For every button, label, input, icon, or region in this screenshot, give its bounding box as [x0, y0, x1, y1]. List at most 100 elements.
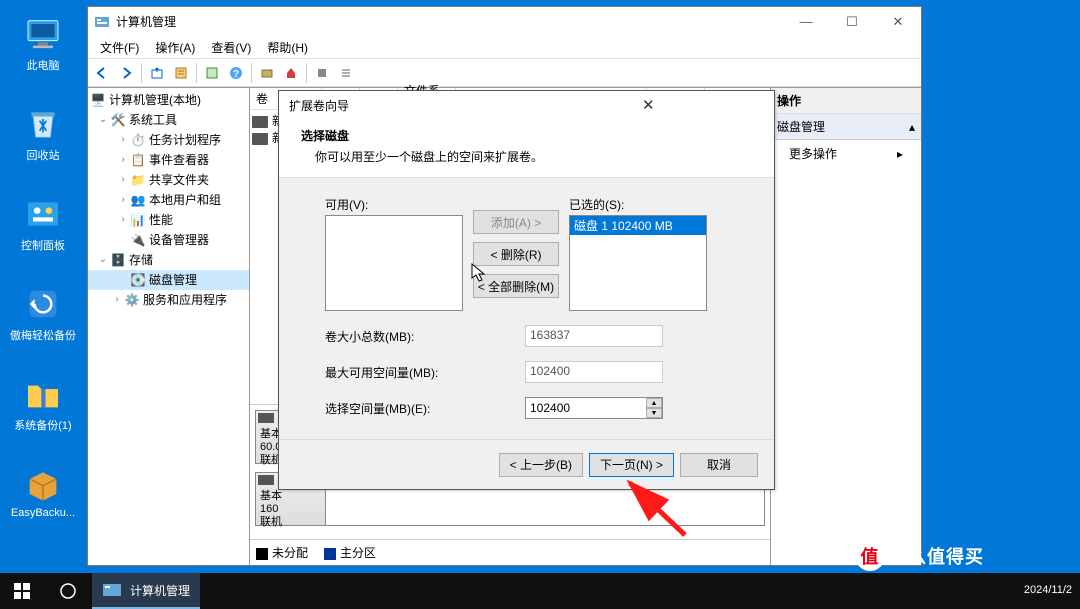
- total-size-value: 163837: [525, 325, 663, 347]
- storage-icon: 🗄️: [110, 252, 126, 268]
- desktop-icon-recycle-bin[interactable]: 回收站: [8, 104, 78, 163]
- toolbar-extra3[interactable]: [311, 62, 333, 84]
- taskbar-cortana[interactable]: [44, 573, 92, 609]
- next-button[interactable]: 下一页(N) >: [589, 453, 674, 477]
- selected-list[interactable]: 磁盘 1 102400 MB: [569, 215, 707, 311]
- menu-action[interactable]: 操作(A): [147, 37, 203, 58]
- select-size-input[interactable]: [525, 397, 663, 419]
- zip-folder-icon: [23, 374, 63, 414]
- wizard-titlebar[interactable]: 扩展卷向导 ✕: [279, 91, 774, 119]
- wizard-subheading: 你可以用至少一个磁盘上的空间来扩展卷。: [301, 148, 758, 165]
- close-button[interactable]: ✕: [875, 7, 921, 37]
- device-icon: 🔌: [130, 232, 146, 248]
- tree-root[interactable]: 🖥️计算机管理(本地): [88, 90, 249, 110]
- menubar: 文件(F) 操作(A) 查看(V) 帮助(H): [88, 37, 921, 59]
- cancel-button[interactable]: 取消: [680, 453, 758, 477]
- total-size-label: 卷大小总数(MB):: [325, 328, 525, 345]
- services-icon: ⚙️: [124, 292, 140, 308]
- wizard-body: 可用(V): 添加(A) > < 删除(R) < 全部删除(M) 已选的(S):…: [279, 178, 774, 439]
- desktop-icon-backup-folder[interactable]: 系统备份(1): [8, 374, 78, 433]
- toolbar-refresh[interactable]: [201, 62, 223, 84]
- recycle-bin-icon: [23, 104, 63, 144]
- add-button[interactable]: 添加(A) >: [473, 210, 559, 234]
- available-list[interactable]: [325, 215, 463, 311]
- tree-users-groups[interactable]: ›👥本地用户和组: [88, 190, 249, 210]
- spin-up-button[interactable]: ▲: [646, 398, 662, 408]
- toolbar-extra2[interactable]: [280, 62, 302, 84]
- desktop-icon-easybackup[interactable]: EasyBacku...: [8, 464, 78, 519]
- toolbar-help[interactable]: ?: [225, 62, 247, 84]
- back-button[interactable]: < 上一步(B): [499, 453, 583, 477]
- toolbar-list[interactable]: [335, 62, 357, 84]
- tree-systools[interactable]: ⌄🛠️系统工具: [88, 110, 249, 130]
- titlebar[interactable]: 计算机管理 — ☐ ✕: [88, 7, 921, 37]
- legend-bar: 未分配 主分区: [250, 539, 770, 565]
- spin-down-button[interactable]: ▼: [646, 408, 662, 418]
- taskbar-app-computer-management[interactable]: 计算机管理: [92, 573, 200, 609]
- disk-icon: [258, 475, 274, 485]
- toolbar-extra1[interactable]: [256, 62, 278, 84]
- toolbar: ?: [88, 59, 921, 87]
- menu-view[interactable]: 查看(V): [203, 37, 259, 58]
- desktop-icon-aomei[interactable]: 傲梅轻松备份: [8, 284, 78, 343]
- taskbar-clock[interactable]: 2024/11/2: [1024, 573, 1072, 609]
- remove-button[interactable]: < 删除(R): [473, 242, 559, 266]
- svg-text:?: ?: [233, 69, 239, 80]
- control-panel-icon: [23, 194, 63, 234]
- pc-icon: [23, 14, 63, 54]
- tree-event-viewer[interactable]: ›📋事件查看器: [88, 150, 249, 170]
- remove-all-button[interactable]: < 全部删除(M): [473, 274, 559, 298]
- tree-services[interactable]: ›⚙️服务和应用程序: [88, 290, 249, 310]
- menu-help[interactable]: 帮助(H): [259, 37, 316, 58]
- wizard-title-text: 扩展卷向导: [289, 97, 529, 114]
- watermark: 值 什么值得买: [855, 541, 984, 571]
- maximize-button[interactable]: ☐: [829, 7, 875, 37]
- share-icon: 📁: [130, 172, 146, 188]
- toolbar-props[interactable]: [170, 62, 192, 84]
- actions-title: 操作: [771, 88, 921, 114]
- max-size-value: 102400: [525, 361, 663, 383]
- toolbar-back[interactable]: [91, 62, 113, 84]
- app-icon: [94, 14, 110, 30]
- minimize-button[interactable]: —: [783, 7, 829, 37]
- perf-icon: 📊: [130, 212, 146, 228]
- menu-file[interactable]: 文件(F): [92, 37, 147, 58]
- tree-storage[interactable]: ⌄🗄️存储: [88, 250, 249, 270]
- disk-icon: 💽: [130, 272, 146, 288]
- max-size-label: 最大可用空间量(MB):: [325, 364, 525, 381]
- tree-task-scheduler[interactable]: ›⏱️任务计划程序: [88, 130, 249, 150]
- desktop-icon-control-panel[interactable]: 控制面板: [8, 194, 78, 253]
- available-label: 可用(V):: [325, 196, 463, 213]
- wizard-header: 选择磁盘 你可以用至少一个磁盘上的空间来扩展卷。: [279, 119, 774, 178]
- tree-performance[interactable]: ›📊性能: [88, 210, 249, 230]
- taskbar[interactable]: 计算机管理 2024/11/2: [0, 573, 1080, 609]
- tree-shared-folders[interactable]: ›📁共享文件夹: [88, 170, 249, 190]
- watermark-badge-icon: 值: [855, 541, 885, 571]
- actions-group-disk[interactable]: 磁盘管理▴: [771, 114, 921, 140]
- volume-icon: [252, 116, 268, 128]
- tools-icon: 🛠️: [110, 112, 126, 128]
- expander-icon[interactable]: ⌄: [96, 111, 110, 129]
- wizard-heading: 选择磁盘: [301, 127, 758, 144]
- legend-primary: 主分区: [324, 544, 376, 561]
- box-icon: [23, 464, 63, 504]
- users-icon: 👥: [130, 192, 146, 208]
- tree-device-mgr[interactable]: 🔌设备管理器: [88, 230, 249, 250]
- extend-volume-wizard: 扩展卷向导 ✕ 选择磁盘 你可以用至少一个磁盘上的空间来扩展卷。 可用(V): …: [278, 90, 775, 490]
- desktop-icon-this-pc[interactable]: 此电脑: [8, 14, 78, 73]
- tree-pane[interactable]: 🖥️计算机管理(本地) ⌄🛠️系统工具 ›⏱️任务计划程序 ›📋事件查看器 ›📁…: [88, 88, 250, 565]
- toolbar-up[interactable]: [146, 62, 168, 84]
- tree-disk-mgmt[interactable]: 💽磁盘管理: [88, 270, 249, 290]
- start-button[interactable]: [0, 573, 44, 609]
- wizard-close-button[interactable]: ✕: [529, 96, 769, 114]
- select-size-label: 选择空间量(MB)(E):: [325, 400, 525, 417]
- actions-more[interactable]: 更多操作▸: [771, 140, 921, 167]
- selected-disk-item[interactable]: 磁盘 1 102400 MB: [570, 216, 706, 235]
- disk-icon: [258, 413, 274, 423]
- legend-swatch-blue: [324, 548, 336, 560]
- clock-icon: ⏱️: [130, 132, 146, 148]
- legend-swatch-black: [256, 548, 268, 560]
- toolbar-forward[interactable]: [115, 62, 137, 84]
- window-title: 计算机管理: [116, 13, 783, 30]
- event-icon: 📋: [130, 152, 146, 168]
